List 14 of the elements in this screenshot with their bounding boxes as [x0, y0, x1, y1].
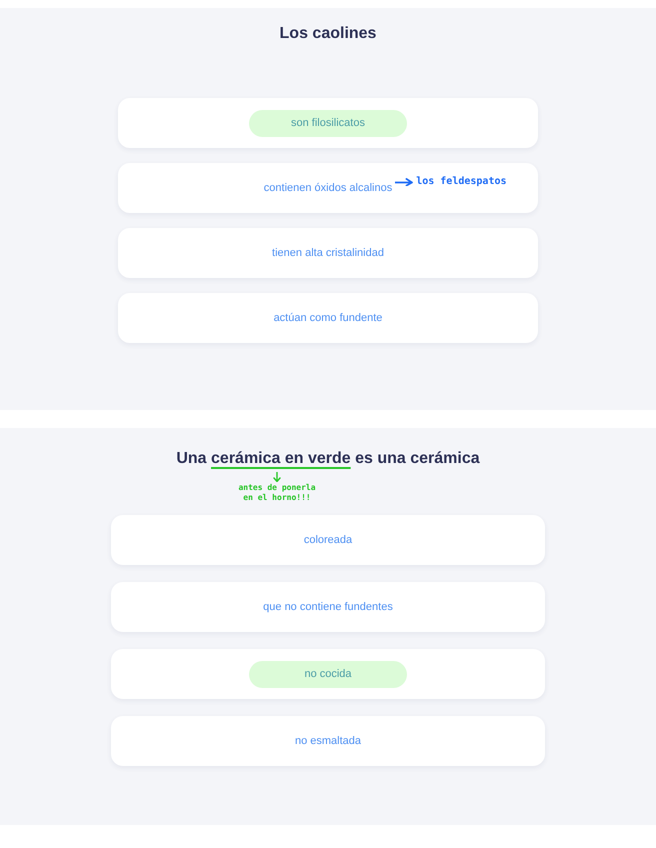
answer-option[interactable]: contienen óxidos alcalinos los feldespatos — [118, 163, 538, 213]
answer-option[interactable]: que no contiene fundentes — [111, 582, 545, 632]
answer-option[interactable]: son filosilicatos — [118, 98, 538, 148]
question-title: Una cerámica en verde es una cerámica — [176, 449, 480, 469]
answer-option[interactable]: no cocida — [111, 649, 545, 699]
question-title: Los caolines — [280, 24, 376, 44]
answer-option[interactable]: tienen alta cristalinidad — [118, 228, 538, 278]
down-arrow-icon — [273, 472, 281, 482]
answer-option[interactable]: no esmaltada — [111, 716, 545, 766]
handwritten-note: antes de ponerla en el horno!!! — [237, 483, 317, 503]
handwritten-note: los feldespatos — [416, 176, 507, 188]
answer-option[interactable]: actúan como fundente — [118, 293, 538, 343]
right-arrow-icon — [395, 178, 414, 186]
answer-option[interactable]: coloreada — [111, 515, 545, 565]
